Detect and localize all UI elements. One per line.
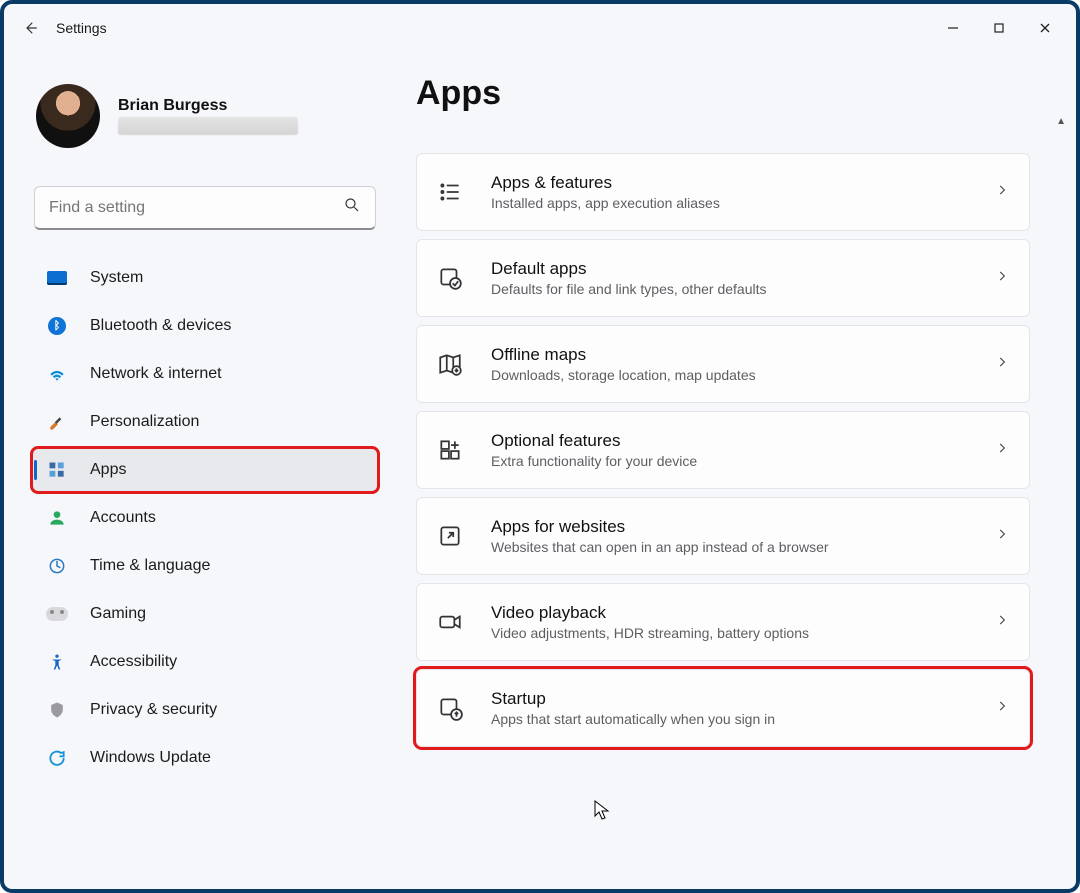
window-controls [930, 12, 1068, 44]
card-offline-maps[interactable]: Offline maps Downloads, storage location… [416, 325, 1030, 403]
card-title: Optional features [491, 431, 969, 451]
sidebar-item-accounts[interactable]: Accounts [32, 496, 378, 540]
card-apps-features[interactable]: Apps & features Installed apps, app exec… [416, 153, 1030, 231]
card-optional-features[interactable]: Optional features Extra functionality fo… [416, 411, 1030, 489]
apps-icon [46, 459, 68, 481]
minimize-icon [946, 21, 960, 35]
sidebar-item-label: Gaming [90, 605, 146, 623]
sidebar-item-label: Personalization [90, 413, 199, 431]
card-startup[interactable]: Startup Apps that start automatically wh… [416, 669, 1030, 747]
chevron-right-icon [995, 269, 1009, 288]
sidebar-item-bluetooth[interactable]: ᛒ Bluetooth & devices [32, 304, 378, 348]
card-title: Apps for websites [491, 517, 969, 537]
card-title: Apps & features [491, 173, 969, 193]
sidebar-item-label: System [90, 269, 143, 287]
main-panel: Apps Apps & features Installed apps, app… [392, 60, 1068, 881]
chevron-right-icon [995, 613, 1009, 632]
card-subtitle: Video adjustments, HDR streaming, batter… [491, 625, 969, 641]
maximize-button[interactable] [976, 12, 1022, 44]
card-default-apps[interactable]: Default apps Defaults for file and link … [416, 239, 1030, 317]
card-title: Offline maps [491, 345, 969, 365]
sidebar-item-label: Privacy & security [90, 701, 217, 719]
card-subtitle: Extra functionality for your device [491, 453, 969, 469]
search-box[interactable] [34, 186, 376, 230]
sidebar-item-network[interactable]: Network & internet [32, 352, 378, 396]
bluetooth-icon: ᛒ [46, 315, 68, 337]
back-arrow-icon [21, 19, 39, 37]
nav-list: System ᛒ Bluetooth & devices Network & i… [30, 256, 380, 780]
search-input[interactable] [49, 199, 343, 217]
card-subtitle: Defaults for file and link types, other … [491, 281, 969, 297]
chevron-right-icon [995, 441, 1009, 460]
settings-window: Settings Brian Burgess [0, 0, 1080, 893]
video-icon [435, 607, 465, 637]
card-video-playback[interactable]: Video playback Video adjustments, HDR st… [416, 583, 1030, 661]
settings-card-list: Apps & features Installed apps, app exec… [416, 153, 1030, 747]
scroll-up-arrow-icon[interactable]: ▲ [1056, 116, 1066, 127]
gamepad-icon [46, 603, 68, 625]
chevron-right-icon [995, 183, 1009, 202]
card-title: Default apps [491, 259, 969, 279]
sidebar-item-privacy[interactable]: Privacy & security [32, 688, 378, 732]
chevron-right-icon [995, 355, 1009, 374]
close-icon [1038, 21, 1052, 35]
sidebar-item-personalization[interactable]: Personalization [32, 400, 378, 444]
sidebar-item-time-language[interactable]: Time & language [32, 544, 378, 588]
sidebar-item-apps[interactable]: Apps [32, 448, 378, 492]
page-title: Apps [416, 74, 1040, 113]
sidebar-item-label: Apps [90, 461, 126, 479]
profile-text: Brian Burgess [118, 97, 298, 135]
card-apps-websites[interactable]: Apps for websites Websites that can open… [416, 497, 1030, 575]
close-button[interactable] [1022, 12, 1068, 44]
sidebar: Brian Burgess System ᛒ Bluetooth & devic… [12, 60, 392, 881]
card-subtitle: Websites that can open in an app instead… [491, 539, 969, 555]
sidebar-item-windows-update[interactable]: Windows Update [32, 736, 378, 780]
titlebar: Settings [4, 4, 1076, 52]
profile-email-redacted [118, 117, 298, 135]
card-subtitle: Apps that start automatically when you s… [491, 711, 969, 727]
card-title: Startup [491, 689, 969, 709]
shield-icon [46, 699, 68, 721]
sidebar-item-label: Network & internet [90, 365, 222, 383]
profile-name: Brian Burgess [118, 97, 298, 115]
window-title: Settings [56, 20, 107, 36]
accessibility-icon [46, 651, 68, 673]
card-title: Video playback [491, 603, 969, 623]
wifi-icon [46, 363, 68, 385]
sidebar-item-label: Windows Update [90, 749, 211, 767]
update-icon [46, 747, 68, 769]
sidebar-item-label: Accessibility [90, 653, 177, 671]
system-icon [46, 267, 68, 289]
search-icon [343, 196, 361, 219]
sidebar-item-system[interactable]: System [32, 256, 378, 300]
minimize-button[interactable] [930, 12, 976, 44]
brush-icon [46, 411, 68, 433]
person-icon [46, 507, 68, 529]
chevron-right-icon [995, 527, 1009, 546]
sidebar-item-gaming[interactable]: Gaming [32, 592, 378, 636]
startup-icon [435, 693, 465, 723]
list-icon [435, 177, 465, 207]
sidebar-item-label: Time & language [90, 557, 210, 575]
back-button[interactable] [12, 10, 48, 46]
avatar [36, 84, 100, 148]
sidebar-item-accessibility[interactable]: Accessibility [32, 640, 378, 684]
open-external-icon [435, 521, 465, 551]
card-subtitle: Downloads, storage location, map updates [491, 367, 969, 383]
chevron-right-icon [995, 699, 1009, 718]
default-apps-icon [435, 263, 465, 293]
grid-plus-icon [435, 435, 465, 465]
profile-block[interactable]: Brian Burgess [30, 80, 380, 166]
globe-clock-icon [46, 555, 68, 577]
sidebar-item-label: Accounts [90, 509, 156, 527]
sidebar-item-label: Bluetooth & devices [90, 317, 231, 335]
card-subtitle: Installed apps, app execution aliases [491, 195, 969, 211]
maximize-icon [992, 21, 1006, 35]
map-icon [435, 349, 465, 379]
